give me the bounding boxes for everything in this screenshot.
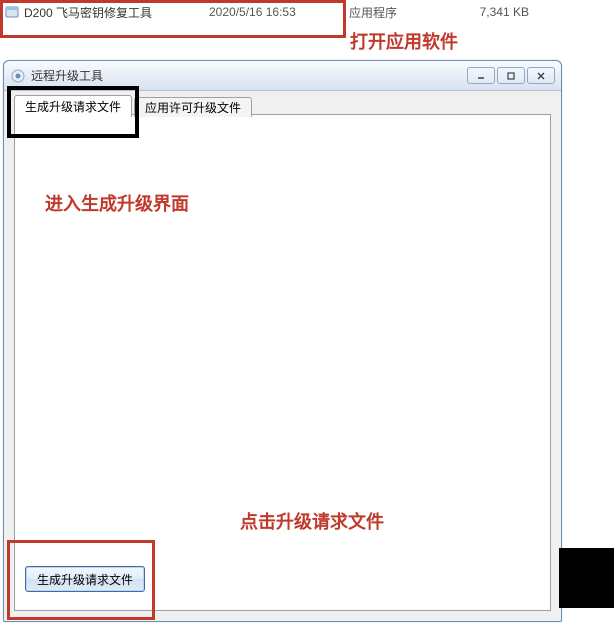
file-size: 7,341 KB [449, 5, 539, 19]
titlebar[interactable]: 远程升级工具 [4, 61, 561, 91]
button-label: 生成升级请求文件 [37, 571, 133, 588]
annotation-click-gen: 点击升级请求文件 [240, 508, 384, 534]
window-title: 远程升级工具 [31, 67, 467, 84]
tab-generate-request[interactable]: 生成升级请求文件 [14, 95, 132, 117]
maximize-button[interactable] [497, 67, 525, 84]
file-type: 应用程序 [349, 4, 449, 21]
tab-apply-license[interactable]: 应用许可升级文件 [134, 97, 252, 117]
minimize-button[interactable] [467, 67, 495, 84]
background-strip [559, 548, 614, 608]
tab-panel: 生成升级请求文件 [14, 114, 551, 611]
tab-label: 生成升级请求文件 [25, 98, 121, 115]
close-button[interactable] [527, 67, 555, 84]
file-app-icon [4, 4, 20, 20]
tab-label: 应用许可升级文件 [145, 99, 241, 116]
file-explorer-row[interactable]: D200 飞马密钥修复工具 2020/5/16 16:53 应用程序 7,341… [0, 0, 560, 24]
annotation-enter-gen: 进入生成升级界面 [45, 190, 189, 216]
annotation-open-app: 打开应用软件 [350, 28, 458, 54]
app-icon [10, 68, 26, 84]
generate-request-button[interactable]: 生成升级请求文件 [25, 566, 145, 592]
window-controls [467, 67, 555, 84]
app-window: 远程升级工具 生成升级请求文件 应用许可升级文件 生成升级请求文件 [3, 60, 562, 622]
file-date: 2020/5/16 16:53 [209, 5, 349, 19]
file-name: D200 飞马密钥修复工具 [24, 4, 209, 21]
window-body: 生成升级请求文件 应用许可升级文件 生成升级请求文件 [12, 91, 553, 613]
